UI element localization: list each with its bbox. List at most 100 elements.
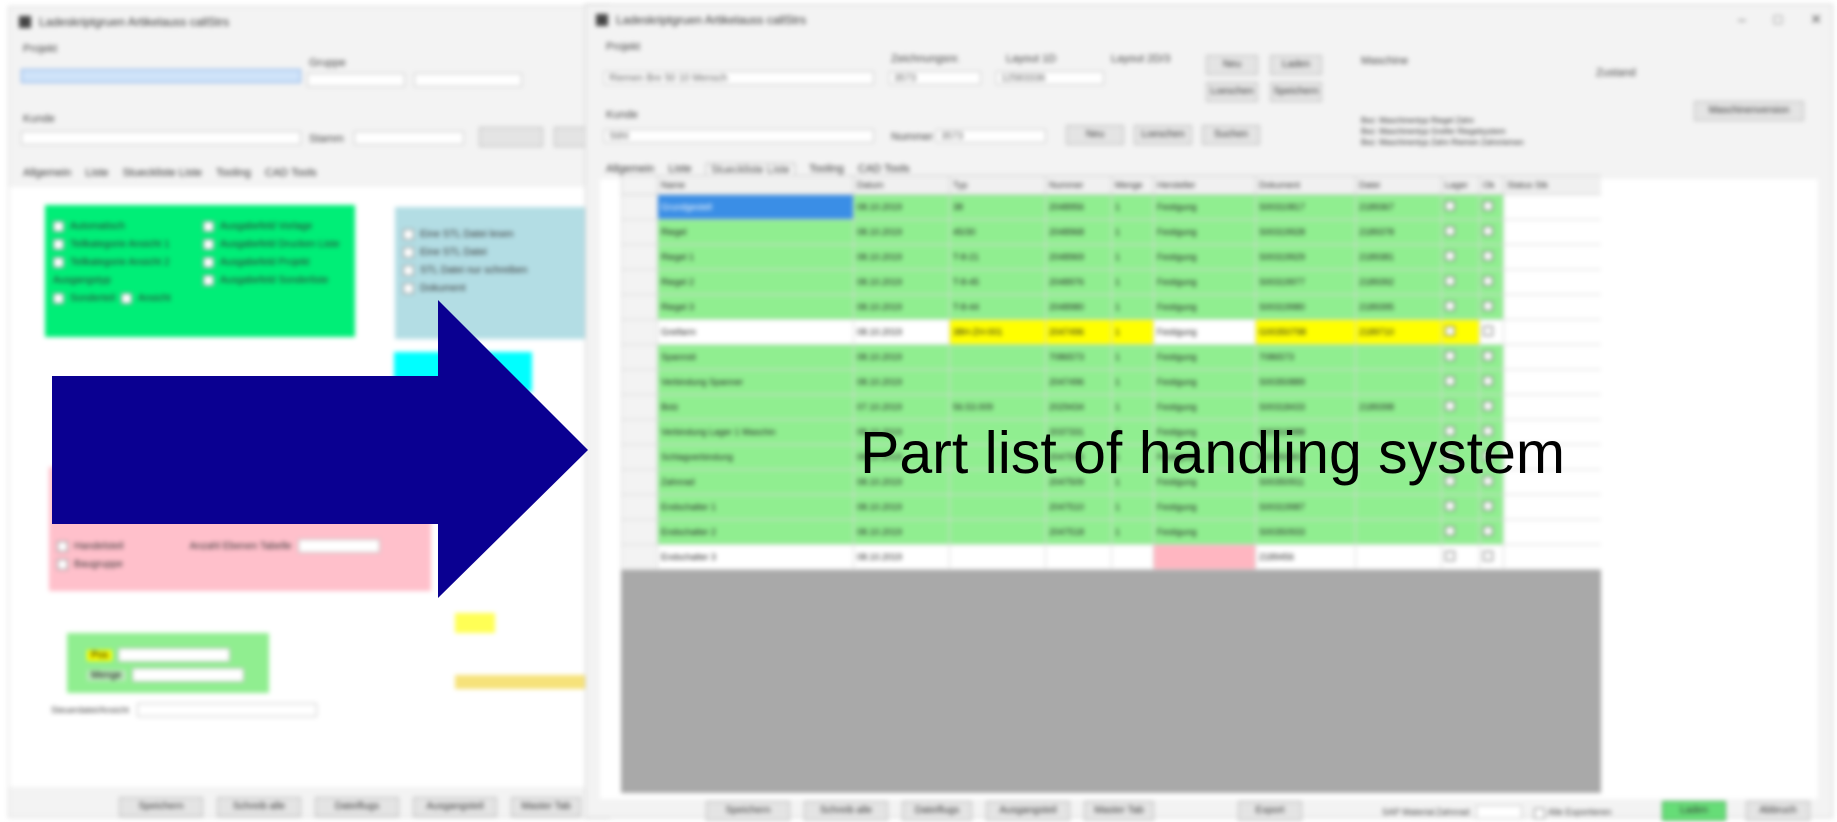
- table-cell-num[interactable]: 2047518: [1045, 519, 1112, 545]
- column-header[interactable]: Status Stk: [1503, 175, 1601, 195]
- new-button[interactable]: Neu: [1206, 55, 1258, 75]
- table-cell-num[interactable]: 2048980: [1045, 294, 1112, 320]
- column-header[interactable]: Datum: [853, 175, 950, 195]
- back-tab-3[interactable]: Tooling: [216, 167, 251, 179]
- table-cell-qty[interactable]: 1: [1111, 219, 1154, 245]
- table-cell-status[interactable]: [1503, 319, 1601, 345]
- back-check[interactable]: [53, 238, 64, 250]
- table-cell-num[interactable]: [1045, 544, 1112, 570]
- project-input[interactable]: Riemen Bre 50 10 Mensch: [604, 71, 874, 85]
- table-cell-date[interactable]: 08.10.2019: [853, 269, 950, 295]
- ok-checkbox[interactable]: [1483, 501, 1493, 511]
- layout-1-input[interactable]: 12583336: [996, 71, 1104, 85]
- row-header-cell[interactable]: [621, 544, 658, 570]
- table-cell-type[interactable]: [949, 369, 1046, 395]
- row-header-cell[interactable]: [621, 194, 658, 220]
- mid-new-button[interactable]: Neu: [1066, 125, 1124, 145]
- row-header-cell[interactable]: [621, 244, 658, 270]
- row-header-cell[interactable]: [621, 369, 658, 395]
- back-tab-1[interactable]: Liste: [85, 167, 108, 179]
- back-tab-4[interactable]: CAD Tools: [265, 167, 317, 179]
- table-cell-type[interactable]: 38: [949, 194, 1046, 220]
- table-row[interactable]: Riegel 3 08.10.2019 T-8-44 2048980 1 Festigun…: [621, 294, 1601, 320]
- table-cell-doc[interactable]: S00319977: [1255, 269, 1356, 295]
- table-row[interactable]: Spannsti 08.10.2019 7086573 1 Festigung 70865…: [621, 344, 1601, 370]
- table-cell-maker[interactable]: Festigung: [1153, 394, 1256, 420]
- table-cell-type[interactable]: T-8-45: [949, 269, 1046, 295]
- ok-checkbox[interactable]: [1483, 276, 1493, 286]
- table-cell-file[interactable]: [1355, 369, 1442, 395]
- bottom-button-source[interactable]: Ausgangsteil: [986, 801, 1070, 821]
- table-cell-doc[interactable]: G00350798: [1255, 319, 1356, 345]
- table-cell-status[interactable]: [1503, 394, 1601, 420]
- table-cell-qty[interactable]: 1: [1111, 269, 1154, 295]
- table-cell-num[interactable]: 2047510: [1045, 494, 1112, 520]
- table-row[interactable]: Greifarm 08.10.2019 38H-ZH-001 2047496 1 Fest…: [621, 319, 1601, 345]
- stock-checkbox[interactable]: [1445, 301, 1455, 311]
- table-cell-date[interactable]: 08.10.2019: [853, 244, 950, 270]
- table-cell-doc[interactable]: S00319928: [1255, 219, 1356, 245]
- ok-checkbox[interactable]: [1483, 301, 1493, 311]
- customer-input[interactable]: Stihl: [604, 129, 874, 143]
- table-row[interactable]: Riegel 2 08.10.2019 T-8-45 2048976 1 Festigun…: [621, 269, 1601, 295]
- back-bottom-button[interactable]: Dateiflugs: [315, 797, 399, 817]
- column-header[interactable]: Typ: [949, 175, 1046, 195]
- export-all-checkbox[interactable]: [1534, 808, 1545, 819]
- table-row[interactable]: Grundgestell 08.10.2019 38 2048956 1 Festigun…: [621, 194, 1601, 220]
- back-check[interactable]: [53, 220, 64, 232]
- table-cell-num[interactable]: 2048968: [1045, 219, 1112, 245]
- table-cell-status[interactable]: [1503, 519, 1601, 545]
- back-check[interactable]: [403, 228, 414, 240]
- back-check[interactable]: [203, 238, 214, 250]
- table-cell-date[interactable]: 08.10.2019: [853, 319, 950, 345]
- column-header[interactable]: Lager: [1441, 175, 1480, 195]
- table-cell-name[interactable]: Riegel 1: [657, 244, 854, 270]
- table-cell-name[interactable]: Grundgestell: [657, 194, 854, 220]
- stock-checkbox[interactable]: [1445, 226, 1455, 236]
- table-cell-date[interactable]: 08.10.2019: [853, 294, 950, 320]
- number-input[interactable]: 3573: [936, 129, 1046, 143]
- table-cell-name[interactable]: Verbindung Lager 1 Maschin: [657, 419, 854, 445]
- table-cell-name[interactable]: Riegel 2: [657, 269, 854, 295]
- column-header[interactable]: Datei: [1355, 175, 1442, 195]
- table-cell-status[interactable]: [1503, 544, 1601, 570]
- table-cell-file[interactable]: [1355, 519, 1442, 545]
- table-cell-doc[interactable]: S00319987: [1255, 494, 1356, 520]
- row-header-cell[interactable]: [621, 519, 658, 545]
- table-cell-qty[interactable]: 1: [1111, 319, 1154, 345]
- row-header-cell[interactable]: [621, 419, 658, 445]
- table-cell-file[interactable]: 2189395: [1355, 294, 1442, 320]
- load-button[interactable]: Laden: [1270, 55, 1322, 75]
- table-cell-status[interactable]: [1503, 494, 1601, 520]
- table-cell-num[interactable]: 2047496: [1045, 369, 1112, 395]
- stock-checkbox[interactable]: [1445, 351, 1455, 361]
- table-cell-file[interactable]: 2189710: [1355, 319, 1442, 345]
- back-tab-2[interactable]: Stueckliste Liste: [123, 167, 202, 179]
- table-cell-file[interactable]: 2189398: [1355, 394, 1442, 420]
- back-bottom-button[interactable]: Master Tab: [511, 797, 581, 817]
- table-cell-type[interactable]: [949, 494, 1046, 520]
- table-cell-type[interactable]: T-8-44: [949, 294, 1046, 320]
- table-cell-doc[interactable]: S00318433: [1255, 394, 1356, 420]
- stock-checkbox[interactable]: [1445, 551, 1455, 561]
- bottom-button-write-all[interactable]: Schreib alle: [804, 801, 888, 821]
- table-cell-name[interactable]: Bolz: [657, 394, 854, 420]
- table-cell-name[interactable]: Endschalter 1: [657, 494, 854, 520]
- back-check[interactable]: [203, 220, 214, 232]
- row-header-cell[interactable]: [621, 319, 658, 345]
- table-cell-file[interactable]: [1355, 344, 1442, 370]
- row-header-cell[interactable]: [621, 494, 658, 520]
- column-header[interactable]: Nummer: [1045, 175, 1112, 195]
- stock-checkbox[interactable]: [1445, 526, 1455, 536]
- sap-material-input[interactable]: [1476, 805, 1522, 819]
- row-header-cell[interactable]: [621, 469, 658, 495]
- table-cell-status[interactable]: [1503, 369, 1601, 395]
- table-cell-qty[interactable]: 1: [1111, 519, 1154, 545]
- table-cell-status[interactable]: [1503, 269, 1601, 295]
- load-ok-button[interactable]: Laden: [1662, 801, 1726, 821]
- table-cell-maker[interactable]: Festigung: [1153, 269, 1256, 295]
- search-button[interactable]: Suchen: [1202, 125, 1260, 145]
- back-check[interactable]: [403, 246, 414, 258]
- save-button[interactable]: Speichern: [1270, 82, 1322, 102]
- cancel-button[interactable]: Abbruch: [1746, 801, 1810, 821]
